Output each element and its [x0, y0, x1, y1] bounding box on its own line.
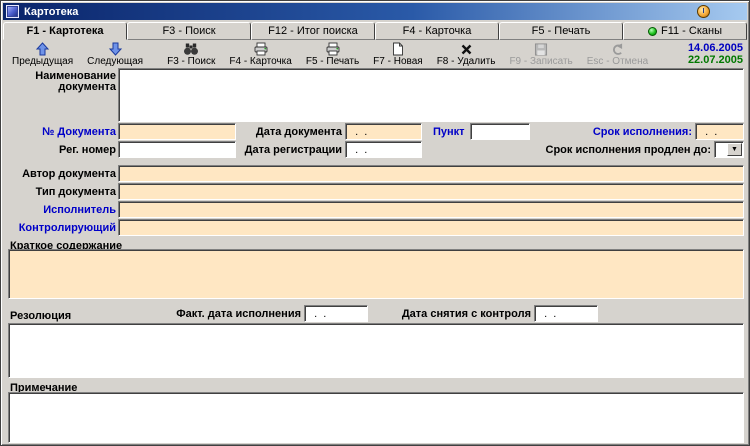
doc-number-label: № Документа	[42, 126, 116, 138]
doc-name-input[interactable]	[118, 68, 744, 122]
off-control-input[interactable]	[534, 305, 598, 322]
combo-dropdown-arrow-icon[interactable]: ▼	[727, 143, 742, 156]
clock-icon	[697, 5, 710, 18]
delete-x-icon	[460, 42, 473, 56]
window-title: Картотека	[24, 5, 79, 18]
date-range: 14.06.2005 22.07.2005	[688, 42, 745, 66]
delete-button-label: F8 - Удалить	[436, 56, 496, 67]
resolution-label: Резолюция	[10, 310, 72, 322]
executor-label: Исполнитель	[43, 204, 116, 216]
scan-led-icon	[647, 26, 657, 36]
tab-itog-poiska-label: F12 - Итог поиска	[268, 25, 358, 37]
card-index-window: Картотека F1 - Картотека F3 - Поиск F12 …	[0, 0, 750, 446]
controller-label: Контролирующий	[18, 222, 116, 234]
note-input[interactable]	[8, 392, 744, 443]
executor-input[interactable]	[118, 201, 744, 218]
tab-kartochka[interactable]: F4 - Карточка	[375, 22, 499, 40]
new-document-icon	[392, 42, 404, 56]
cancel-button[interactable]: Esc - Отмена	[580, 42, 655, 67]
prolong-label: Срок исполнения продлен до:	[545, 144, 712, 156]
tab-kartochka-label: F4 - Карточка	[402, 25, 472, 37]
tab-skany[interactable]: F11 - Сканы	[623, 22, 747, 40]
printer-card-icon	[253, 42, 269, 56]
date-to: 22.07.2005	[687, 54, 743, 66]
summary-input[interactable]	[8, 249, 744, 299]
binoculars-icon	[183, 42, 199, 56]
doc-type-label: Тип документа	[35, 186, 116, 198]
doc-type-input[interactable]	[118, 183, 744, 200]
down-arrow-icon	[108, 42, 123, 56]
date-from: 14.06.2005	[687, 42, 743, 54]
previous-button[interactable]: Предыдущая	[5, 42, 80, 67]
previous-button-label: Предыдущая	[12, 56, 74, 67]
new-button[interactable]: F7 - Новая	[366, 42, 430, 67]
prolong-combo-value	[715, 142, 726, 157]
doc-name-label: Наименование документа	[35, 70, 116, 93]
tab-poisk[interactable]: F3 - Поиск	[127, 22, 251, 40]
print-button[interactable]: F5 - Печать	[299, 42, 366, 67]
delete-button[interactable]: F8 - Удалить	[430, 42, 503, 67]
printer-icon	[325, 42, 341, 56]
print-card-button-label: F4 - Карточка	[229, 56, 292, 67]
up-arrow-icon	[35, 42, 50, 56]
app-icon	[6, 5, 19, 18]
toolbar: Предыдущая Следующая F3 - Поиск F4 - Кар…	[5, 42, 745, 67]
reg-number-label: Рег. номер	[59, 144, 116, 156]
tab-kartoteka-label: F1 - Картотека	[26, 25, 104, 37]
search-button-label: F3 - Поиск	[167, 56, 216, 67]
search-button[interactable]: F3 - Поиск	[160, 42, 222, 67]
tab-kartoteka[interactable]: F1 - Картотека	[3, 22, 127, 40]
print-button-label: F5 - Печать	[305, 56, 360, 67]
cancel-undo-icon	[610, 42, 624, 56]
fact-date-label: Факт. дата исполнения	[176, 308, 301, 320]
next-button-label: Следующая	[87, 56, 144, 67]
tab-skany-label: F11 - Сканы	[660, 25, 722, 37]
doc-number-input[interactable]	[118, 123, 236, 140]
new-button-label: F7 - Новая	[373, 56, 423, 67]
author-input[interactable]	[118, 165, 744, 182]
tab-pechat-label: F5 - Печать	[531, 25, 591, 37]
save-button-label: F9 - Записать	[509, 56, 573, 67]
reg-date-label: Дата регистрации	[244, 144, 342, 156]
deadline-input[interactable]	[695, 123, 744, 140]
punkt-input[interactable]	[470, 123, 530, 140]
save-button[interactable]: F9 - Записать	[502, 42, 579, 67]
doc-date-label: Дата документа	[255, 126, 342, 138]
deadline-label: Срок исполнения:	[592, 126, 692, 138]
fact-date-input[interactable]	[304, 305, 368, 322]
print-card-button[interactable]: F4 - Карточка	[222, 42, 298, 67]
doc-date-input[interactable]	[345, 123, 422, 140]
tab-strip: F1 - Картотека F3 - Поиск F12 - Итог пои…	[3, 22, 747, 40]
reg-date-input[interactable]	[345, 141, 422, 158]
reg-number-input[interactable]	[118, 141, 236, 158]
cancel-button-label: Esc - Отмена	[586, 56, 649, 67]
prolong-combo[interactable]: ▼	[714, 141, 744, 158]
author-label: Автор документа	[22, 168, 116, 180]
titlebar: Картотека	[3, 3, 747, 20]
controller-input[interactable]	[118, 219, 744, 236]
off-control-label: Дата снятия с контроля	[401, 308, 531, 320]
next-button[interactable]: Следующая	[80, 42, 150, 67]
tab-poisk-label: F3 - Поиск	[162, 25, 216, 37]
resolution-input[interactable]	[8, 323, 744, 378]
punkt-label: Пункт	[433, 126, 465, 138]
tab-itog-poiska[interactable]: F12 - Итог поиска	[251, 22, 375, 40]
save-floppy-icon	[534, 42, 548, 56]
tab-pechat[interactable]: F5 - Печать	[499, 22, 623, 40]
